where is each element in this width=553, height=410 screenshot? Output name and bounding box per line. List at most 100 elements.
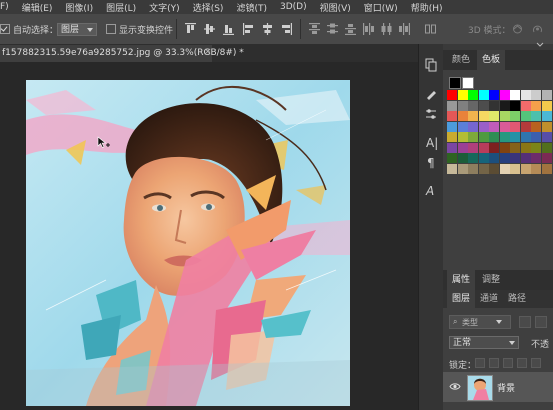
menu-help[interactable]: 帮助(H) (404, 1, 449, 14)
color-swatch[interactable] (510, 132, 520, 142)
distribute-hcenter-icon[interactable] (381, 23, 392, 35)
auto-select-checkbox[interactable] (0, 24, 10, 34)
tab-swatches[interactable]: 色板 (477, 50, 506, 70)
color-swatch[interactable] (468, 132, 478, 142)
color-swatch[interactable] (510, 90, 520, 100)
paragraph-icon[interactable]: ¶ (427, 156, 435, 170)
color-swatch[interactable] (447, 100, 457, 111)
menu-window[interactable]: 窗口(W) (357, 1, 404, 14)
color-swatch[interactable] (447, 111, 457, 121)
color-swatch[interactable] (468, 111, 478, 121)
color-swatch[interactable] (457, 163, 468, 174)
layer-filter-input[interactable]: ⌕ 类型 (449, 315, 511, 329)
color-swatch[interactable] (447, 153, 457, 163)
document-tab[interactable]: f157882315.59e76a9285752.jpg @ 33.3%(RGB… (0, 45, 244, 62)
color-swatch[interactable] (541, 100, 552, 111)
color-swatch[interactable] (510, 111, 520, 121)
menu-select[interactable]: 选择(S) (186, 1, 230, 14)
color-swatch[interactable] (457, 121, 468, 132)
close-tab-icon[interactable]: × (204, 47, 212, 57)
color-swatch[interactable] (457, 111, 468, 121)
align-horizontal-center-icon[interactable] (262, 23, 273, 35)
color-swatch[interactable] (531, 132, 541, 142)
color-swatch[interactable] (478, 100, 489, 111)
lock-paint-icon[interactable] (489, 358, 499, 368)
color-swatch[interactable] (457, 100, 468, 111)
color-swatch[interactable] (447, 121, 457, 132)
color-swatch[interactable] (531, 90, 541, 100)
color-swatch[interactable] (499, 153, 510, 163)
color-swatch[interactable] (541, 121, 552, 132)
tab-adjustments[interactable]: 调整 (477, 270, 505, 290)
color-swatch[interactable] (447, 132, 457, 142)
color-swatch[interactable] (541, 163, 552, 174)
3d-roll-icon[interactable] (532, 23, 543, 35)
color-swatch[interactable] (520, 153, 531, 163)
color-swatch[interactable] (541, 142, 552, 153)
color-swatch[interactable] (531, 111, 541, 121)
menu-edit[interactable]: 编辑(E) (15, 1, 59, 14)
character-icon[interactable]: A| (426, 136, 438, 150)
distribute-top-icon[interactable] (309, 23, 320, 35)
color-swatch[interactable] (468, 142, 478, 153)
distribute-center-icon[interactable] (327, 23, 338, 35)
color-swatch[interactable] (468, 100, 478, 111)
tab-paths[interactable]: 路径 (503, 290, 531, 308)
color-swatch[interactable] (499, 163, 510, 174)
distribute-bottom-icon[interactable] (345, 23, 356, 35)
color-swatch[interactable] (489, 121, 499, 132)
color-swatch[interactable] (447, 142, 457, 153)
color-swatch[interactable] (489, 111, 499, 121)
distribute-left-icon[interactable] (363, 23, 374, 35)
eye-icon[interactable] (449, 382, 461, 391)
color-swatch[interactable] (541, 90, 552, 100)
color-swatch[interactable] (510, 142, 520, 153)
color-swatch[interactable] (531, 163, 541, 174)
color-swatch[interactable] (520, 142, 531, 153)
color-swatch[interactable] (541, 153, 552, 163)
color-swatch[interactable] (478, 163, 489, 174)
color-swatch[interactable] (499, 121, 510, 132)
filter-adjust-icon[interactable] (535, 316, 547, 328)
adjust-icon[interactable] (425, 108, 437, 120)
align-right-icon[interactable] (281, 23, 292, 35)
color-swatch[interactable] (510, 163, 520, 174)
foreground-swatch[interactable] (449, 77, 461, 89)
menu-layer[interactable]: 图层(L) (99, 1, 142, 14)
panel-collapse-icon[interactable] (535, 42, 545, 50)
color-swatch[interactable] (489, 153, 499, 163)
color-swatch[interactable] (457, 90, 468, 100)
color-swatch[interactable] (531, 153, 541, 163)
color-swatch[interactable] (468, 90, 478, 100)
color-swatch[interactable] (499, 132, 510, 142)
color-swatch[interactable] (457, 132, 468, 142)
color-swatch[interactable] (478, 153, 489, 163)
color-swatch[interactable] (520, 121, 531, 132)
color-swatch[interactable] (489, 163, 499, 174)
tab-properties[interactable]: 属性 (447, 270, 476, 290)
background-swatch[interactable] (462, 77, 474, 89)
history-icon[interactable] (425, 58, 437, 72)
align-top-icon[interactable] (185, 23, 196, 35)
color-swatch[interactable] (520, 111, 531, 121)
color-swatch[interactable] (531, 142, 541, 153)
color-swatch[interactable] (478, 111, 489, 121)
menu-type[interactable]: 文字(Y) (142, 1, 186, 14)
color-swatch[interactable] (499, 90, 510, 100)
color-swatch[interactable] (541, 111, 552, 121)
menu-view[interactable]: 视图(V) (313, 1, 357, 14)
lock-transparent-icon[interactable] (475, 358, 485, 368)
color-swatch[interactable] (510, 153, 520, 163)
lock-move-icon[interactable] (503, 358, 513, 368)
color-swatch[interactable] (478, 132, 489, 142)
color-swatch[interactable] (489, 100, 499, 111)
auto-align-icon[interactable] (425, 23, 436, 35)
distribute-right-icon[interactable] (399, 23, 410, 35)
color-swatch[interactable] (541, 132, 552, 142)
color-swatch[interactable] (489, 132, 499, 142)
color-swatch[interactable] (478, 142, 489, 153)
lock-artboard-icon[interactable] (517, 358, 527, 368)
color-swatch[interactable] (520, 132, 531, 142)
color-swatch[interactable] (520, 163, 531, 174)
lock-all-icon[interactable] (531, 358, 541, 368)
